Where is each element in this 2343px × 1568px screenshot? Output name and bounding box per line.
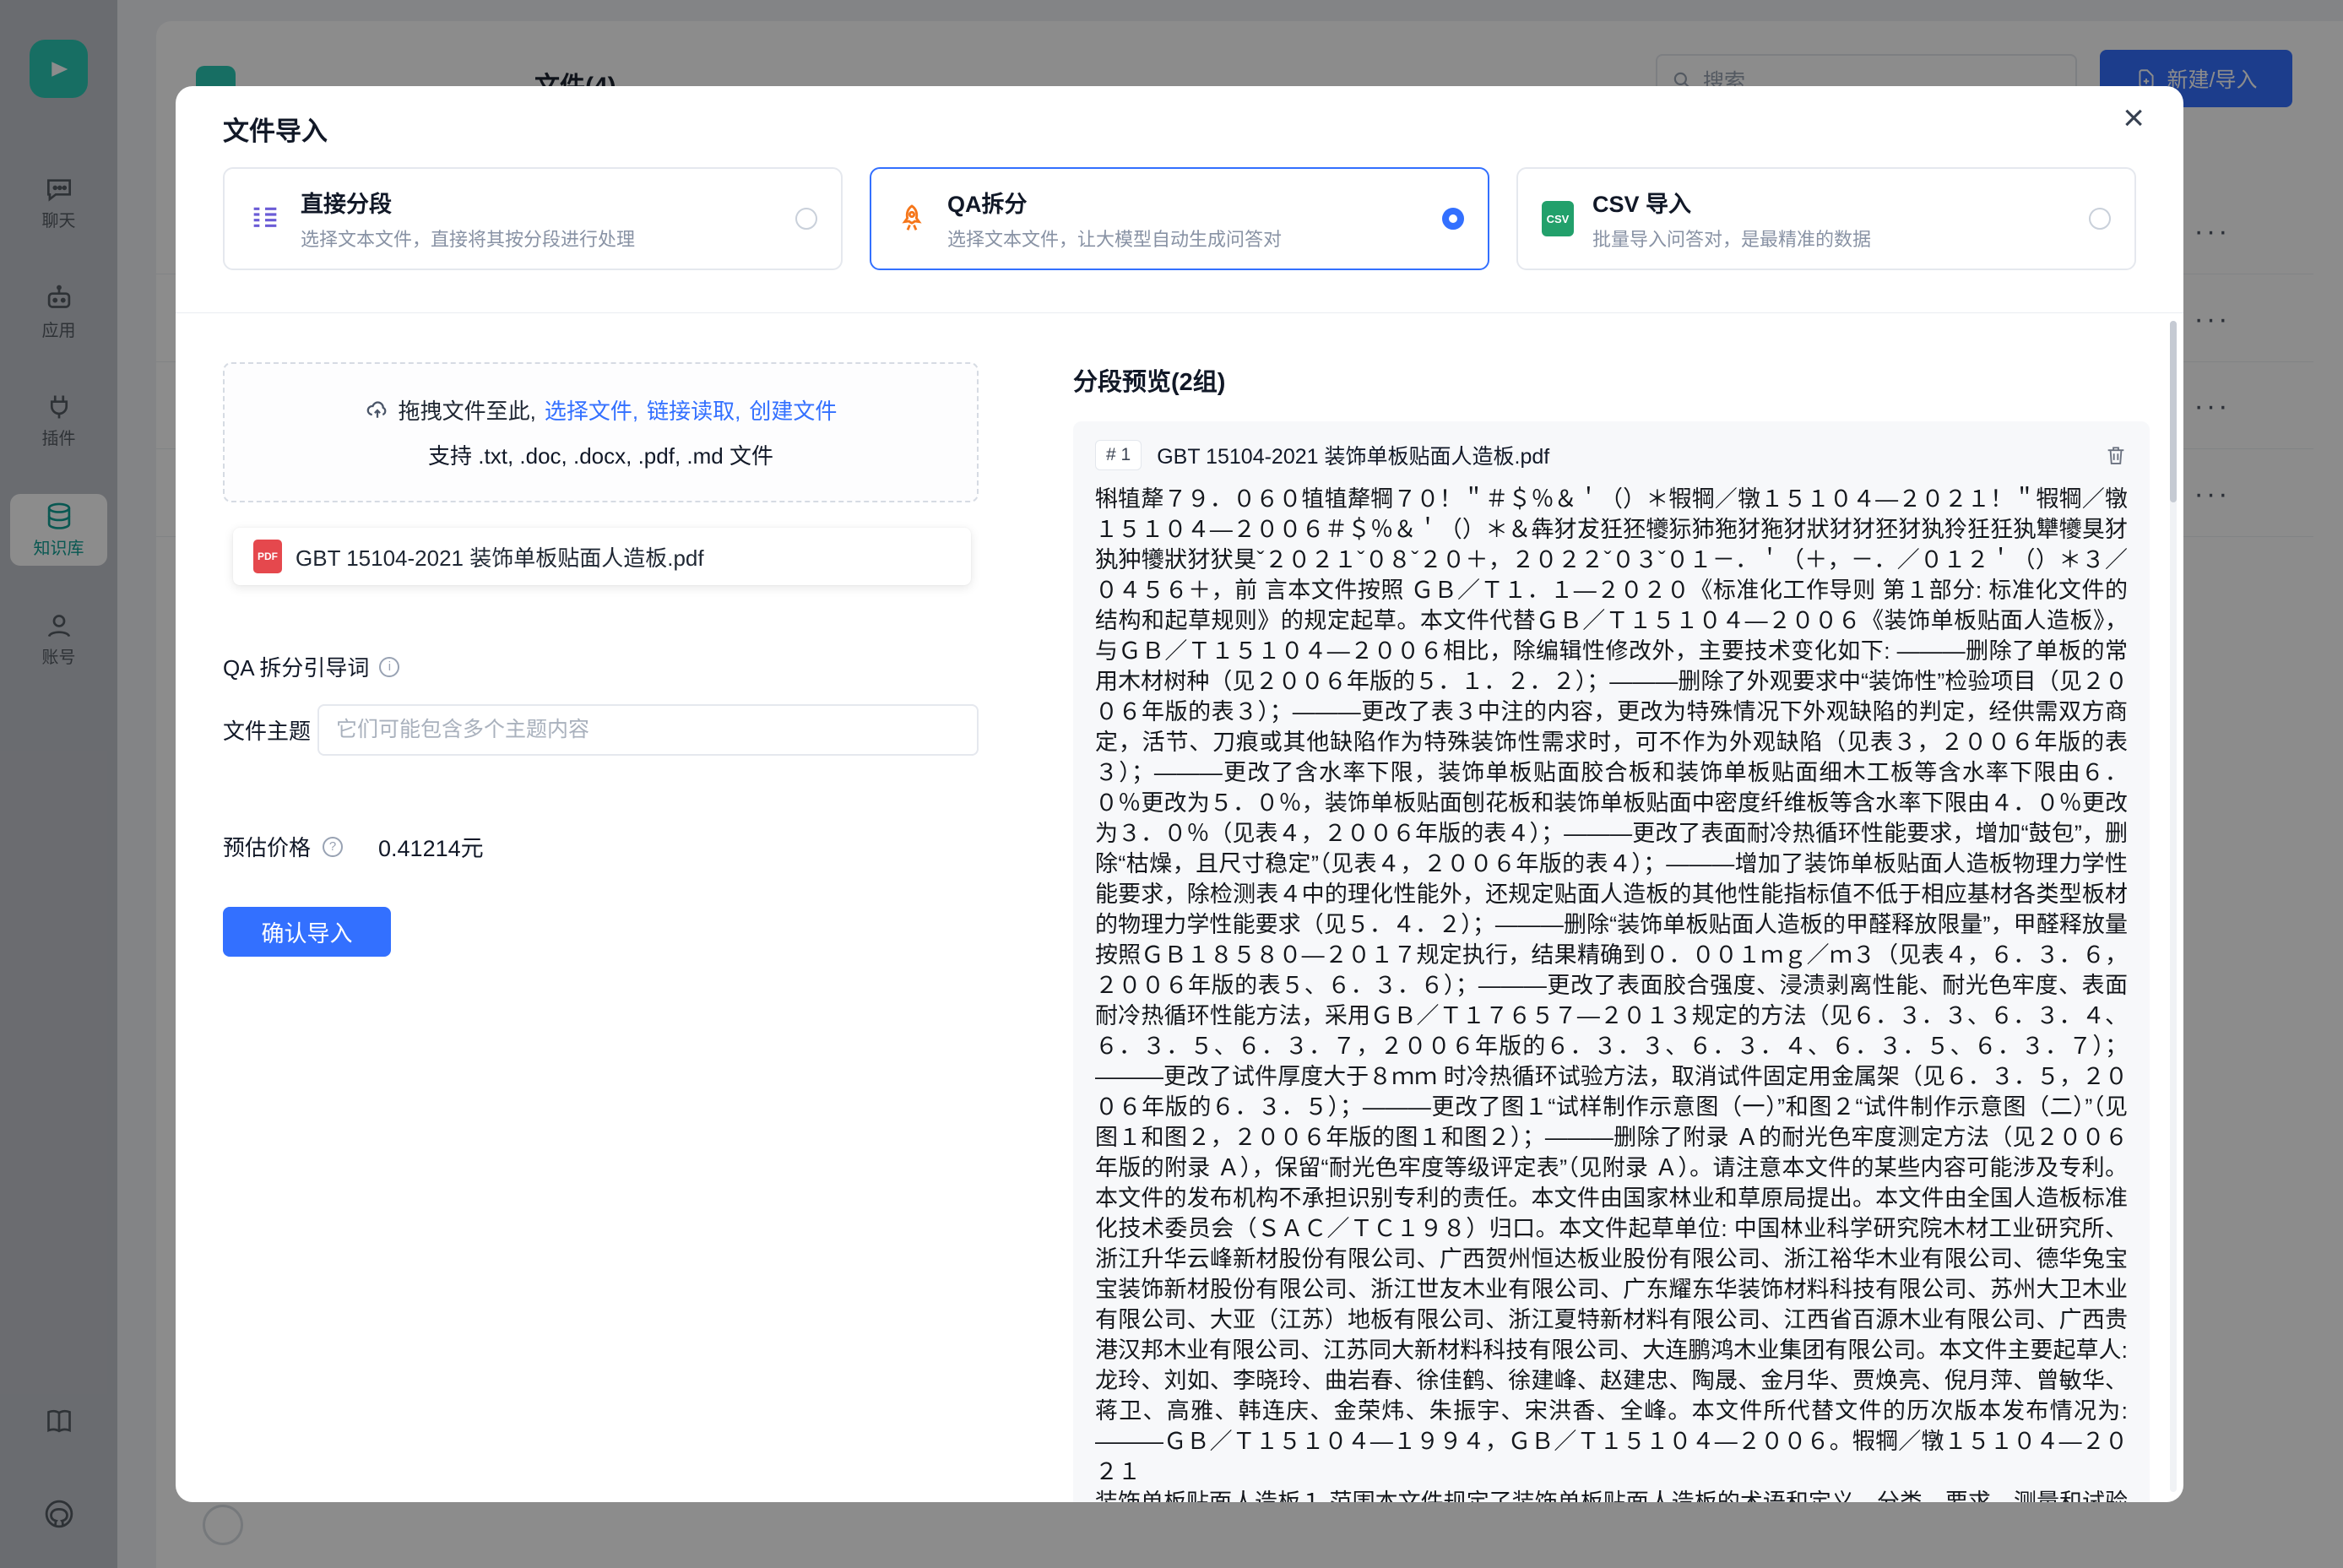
delete-chunk-button[interactable] xyxy=(2104,443,2128,467)
chunk-content: 犐犆犛７９．０６０犆犆犛犅７０！＂＃＄％＆＇（）＊犌犅／犜１５１０４—２０２１！… xyxy=(1095,484,2128,1502)
import-mode-options: 直接分段 选择文本文件，直接将其按分段进行处理 QA拆分 选择文本文件，让大模型… xyxy=(223,167,2136,270)
link-read-link[interactable]: 链接读取, xyxy=(647,394,740,426)
price-label: 预估价格 xyxy=(223,831,311,862)
option-title: QA拆分 xyxy=(947,186,1282,219)
modal-scrollbar[interactable] xyxy=(2170,321,2177,1492)
option-title: CSV 导入 xyxy=(1592,186,1871,219)
preview-panel: 分段预览(2组) # 1 GBT 15104-2021 装饰单板贴面人造板.pd… xyxy=(1073,362,2150,1502)
scrollbar-thumb[interactable] xyxy=(2170,321,2177,502)
price-value: 0.41214元 xyxy=(378,830,484,863)
pdf-file-icon: PDF xyxy=(253,540,282,573)
chunk-paragraph: 装饰单板贴面人造板１ 范围本文件规定了装饰单板贴面人造板的术语和定义、分类、要求… xyxy=(1095,1487,2128,1502)
uploaded-file-item[interactable]: PDF GBT 15104-2021 装饰单板贴面人造板.pdf xyxy=(233,528,971,585)
select-file-link[interactable]: 选择文件, xyxy=(545,394,638,426)
preview-chunk-card: # 1 GBT 15104-2021 装饰单板贴面人造板.pdf 犐犆犛７９．０… xyxy=(1073,421,2150,1502)
cloud-upload-icon xyxy=(365,398,390,423)
segment-icon xyxy=(248,202,282,236)
option-desc: 批量导入问答对，是最精准的数据 xyxy=(1592,225,1871,252)
qa-prompt-label: QA 拆分引导词 xyxy=(223,651,369,682)
topic-label: 文件主题 xyxy=(223,714,317,746)
trash-icon xyxy=(2104,443,2128,467)
close-icon[interactable]: × xyxy=(2123,98,2145,138)
option-desc: 选择文本文件，让大模型自动生成问答对 xyxy=(947,225,1282,252)
confirm-import-button[interactable]: 确认导入 xyxy=(223,907,391,957)
radio-unchecked-icon[interactable] xyxy=(795,208,817,230)
option-csv-import[interactable]: CSV CSV 导入 批量导入问答对，是最精准的数据 xyxy=(1516,167,2136,270)
option-title: 直接分段 xyxy=(301,186,635,219)
supported-formats-text: 支持 .txt, .doc, .docx, .pdf, .md 文件 xyxy=(428,439,773,470)
file-import-modal: 文件导入 × 直接分段 选择文本文件，直接将其按分段进行处理 QA拆分 选择文本… xyxy=(176,86,2183,1502)
csv-file-icon: CSV xyxy=(1542,201,1574,236)
preview-title: 分段预览(2组) xyxy=(1073,362,2150,398)
rocket-icon xyxy=(895,202,929,236)
question-icon[interactable]: ? xyxy=(323,837,343,857)
uploaded-file-name: GBT 15104-2021 装饰单板贴面人造板.pdf xyxy=(296,541,704,572)
create-file-link[interactable]: 创建文件 xyxy=(749,394,837,426)
option-qa-split[interactable]: QA拆分 选择文本文件，让大模型自动生成问答对 xyxy=(870,167,1489,270)
upload-panel: 拖拽文件至此, 选择文件, 链接读取, 创建文件 支持 .txt, .doc, … xyxy=(223,362,979,1502)
modal-title: 文件导入 xyxy=(223,110,328,148)
chunk-index-badge: # 1 xyxy=(1095,440,1142,470)
chunk-filename: GBT 15104-2021 装饰单板贴面人造板.pdf xyxy=(1157,440,2089,470)
file-dropzone[interactable]: 拖拽文件至此, 选择文件, 链接读取, 创建文件 支持 .txt, .doc, … xyxy=(223,362,979,502)
chunk-paragraph: 犐犆犛７９．０６０犆犆犛犅７０！＂＃＄％＆＇（）＊犌犅／犜１５１０４—２０２１！… xyxy=(1095,484,2128,1487)
option-direct-segment[interactable]: 直接分段 选择文本文件，直接将其按分段进行处理 xyxy=(223,167,843,270)
dropzone-text: 拖拽文件至此, xyxy=(399,394,536,426)
info-icon[interactable]: i xyxy=(379,657,399,677)
topic-input[interactable] xyxy=(317,704,979,756)
option-desc: 选择文本文件，直接将其按分段进行处理 xyxy=(301,225,635,252)
radio-checked-icon[interactable] xyxy=(1442,208,1464,230)
radio-unchecked-icon[interactable] xyxy=(2089,208,2111,230)
